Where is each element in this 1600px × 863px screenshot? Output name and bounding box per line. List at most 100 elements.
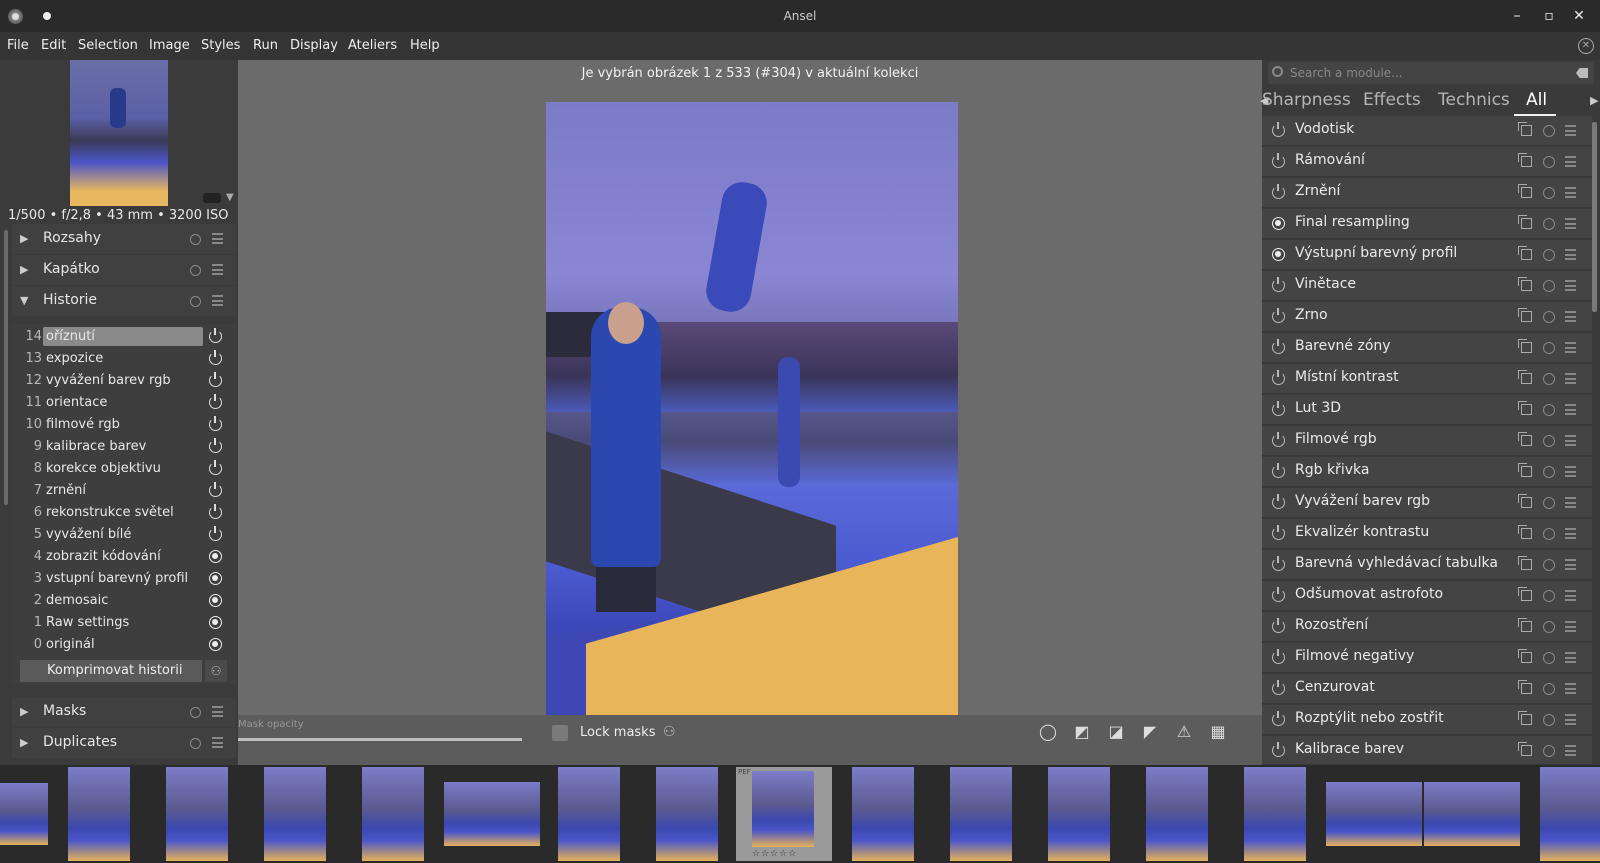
menu-file[interactable]: File [7,38,29,53]
reset-icon[interactable] [190,234,201,245]
power-icon[interactable] [209,482,222,497]
display-mask-icon[interactable]: ◩ [1072,722,1092,742]
history-item[interactable]: 8 korekce objektivu [12,458,236,480]
history-item[interactable]: 13 expozice [12,348,236,370]
presets-menu-icon[interactable] [1565,249,1576,260]
grid-guides-icon[interactable]: ▦ [1208,722,1228,742]
filmstrip-thumbnail[interactable] [444,767,540,861]
presets-menu-icon[interactable] [1565,156,1576,167]
power-icon[interactable] [1272,587,1285,602]
filmstrip-thumbnail[interactable] [68,767,130,861]
power-icon[interactable] [1272,153,1285,168]
power-icon[interactable] [1272,525,1285,540]
history-item[interactable]: 9 kalibrace barev [12,436,236,458]
instance-icon[interactable] [1518,246,1532,260]
history-item[interactable]: 10 filmové rgb [12,414,236,436]
power-icon[interactable] [1272,184,1285,199]
module-item[interactable]: Místní kontrast [1262,364,1592,394]
history-item[interactable]: 3 vstupní barevný profil [12,568,236,590]
instance-icon[interactable] [1518,184,1532,198]
filmstrip-thumbnail[interactable] [362,767,424,861]
clear-search-icon[interactable] [1576,68,1588,78]
filmstrip-thumbnail[interactable]: PEF ☆☆☆☆☆ [736,767,832,861]
power-icon[interactable] [209,438,222,453]
menu-ateliers[interactable]: Ateliers [348,38,397,53]
instance-icon[interactable] [1518,649,1532,663]
instance-icon[interactable] [1518,587,1532,601]
compress-options-icon[interactable]: ⚇ [205,660,227,682]
star-rating[interactable]: ☆☆☆☆☆ [752,849,797,859]
reset-icon[interactable] [1543,187,1555,199]
section-historie[interactable]: ▼ Historie [12,286,236,316]
presets-menu-icon[interactable] [1565,342,1576,353]
instance-icon[interactable] [1518,308,1532,322]
instance-icon[interactable] [1518,556,1532,570]
presets-menu-icon[interactable] [1565,404,1576,415]
tabs-right-arrow-icon[interactable]: ▶ [1590,94,1598,107]
presets-menu-icon[interactable] [1565,373,1576,384]
instance-icon[interactable] [1518,122,1532,136]
module-item[interactable]: Rozostření [1262,612,1592,642]
lock-masks-checkbox[interactable] [552,725,568,741]
presets-menu-icon[interactable] [1565,745,1576,756]
power-icon[interactable] [1272,308,1285,323]
filmstrip-thumbnail[interactable] [1424,767,1520,861]
presets-menu-icon[interactable] [1565,652,1576,663]
reset-icon[interactable] [1543,342,1555,354]
instance-icon[interactable] [1518,370,1532,384]
module-item[interactable]: Odšumovat astrofoto [1262,581,1592,611]
module-item[interactable]: Zrnění [1262,178,1592,208]
instance-icon[interactable] [1518,215,1532,229]
power-icon[interactable] [1272,432,1285,447]
power-icon[interactable] [1272,618,1285,633]
history-item[interactable]: 2 demosaic [12,590,236,612]
tab-all[interactable]: All [1526,90,1547,110]
menu-display[interactable]: Display [290,38,338,53]
instance-icon[interactable] [1518,432,1532,446]
mask-link-icon[interactable]: ⚇ [663,724,681,742]
history-item[interactable]: 1 Raw settings [12,612,236,634]
filmstrip-thumbnail[interactable] [1244,767,1306,861]
power-icon[interactable] [1272,401,1285,416]
presets-menu-icon[interactable] [1565,311,1576,322]
module-item[interactable]: Filmové negativy [1262,643,1592,673]
presets-menu-icon[interactable] [1565,590,1576,601]
instance-icon[interactable] [1518,463,1532,477]
power-icon[interactable] [1272,556,1285,571]
power-icon[interactable] [209,394,222,409]
maximize-button[interactable]: ▫ [1540,7,1558,25]
menu-styles[interactable]: Styles [201,38,240,53]
presets-menu-icon[interactable] [1565,528,1576,539]
menu-run[interactable]: Run [253,38,278,53]
presets-menu-icon[interactable] [1565,714,1576,725]
main-image[interactable] [546,102,958,720]
module-item[interactable]: Vinětace [1262,271,1592,301]
power-icon[interactable] [209,328,222,343]
power-icon[interactable] [1272,711,1285,726]
history-item[interactable]: 7 zrnění [12,480,236,502]
module-item[interactable]: Rozptýlit nebo zostřit [1262,705,1592,735]
history-item[interactable]: 11 orientace [12,392,236,414]
instance-icon[interactable] [1518,742,1532,756]
presets-menu-icon[interactable] [1565,559,1576,570]
gamut-icon[interactable]: ◤ [1140,722,1160,742]
module-item[interactable]: Barevná vyhledávací tabulka [1262,550,1592,580]
history-item[interactable]: 0 originál [12,634,236,656]
instance-icon[interactable] [1518,618,1532,632]
camera-icon[interactable] [203,193,221,203]
module-item[interactable]: Final resampling [1262,209,1592,239]
module-item[interactable]: Rgb křivka [1262,457,1592,487]
presets-menu-icon[interactable] [1565,125,1576,136]
module-item[interactable]: Vodotisk [1262,116,1592,146]
power-icon[interactable] [209,372,222,387]
filmstrip-thumbnail[interactable] [0,767,48,861]
reset-icon[interactable] [1543,435,1555,447]
history-item[interactable]: 4 zobrazit kódování [12,546,236,568]
module-item[interactable]: Vyvážení barev rgb [1262,488,1592,518]
reset-icon[interactable] [1543,497,1555,509]
filmstrip-thumbnail[interactable] [1048,767,1110,861]
presets-menu-icon[interactable] [1565,497,1576,508]
power-icon[interactable] [209,460,222,475]
module-item[interactable]: Rámování [1262,147,1592,177]
power-icon[interactable] [1272,649,1285,664]
